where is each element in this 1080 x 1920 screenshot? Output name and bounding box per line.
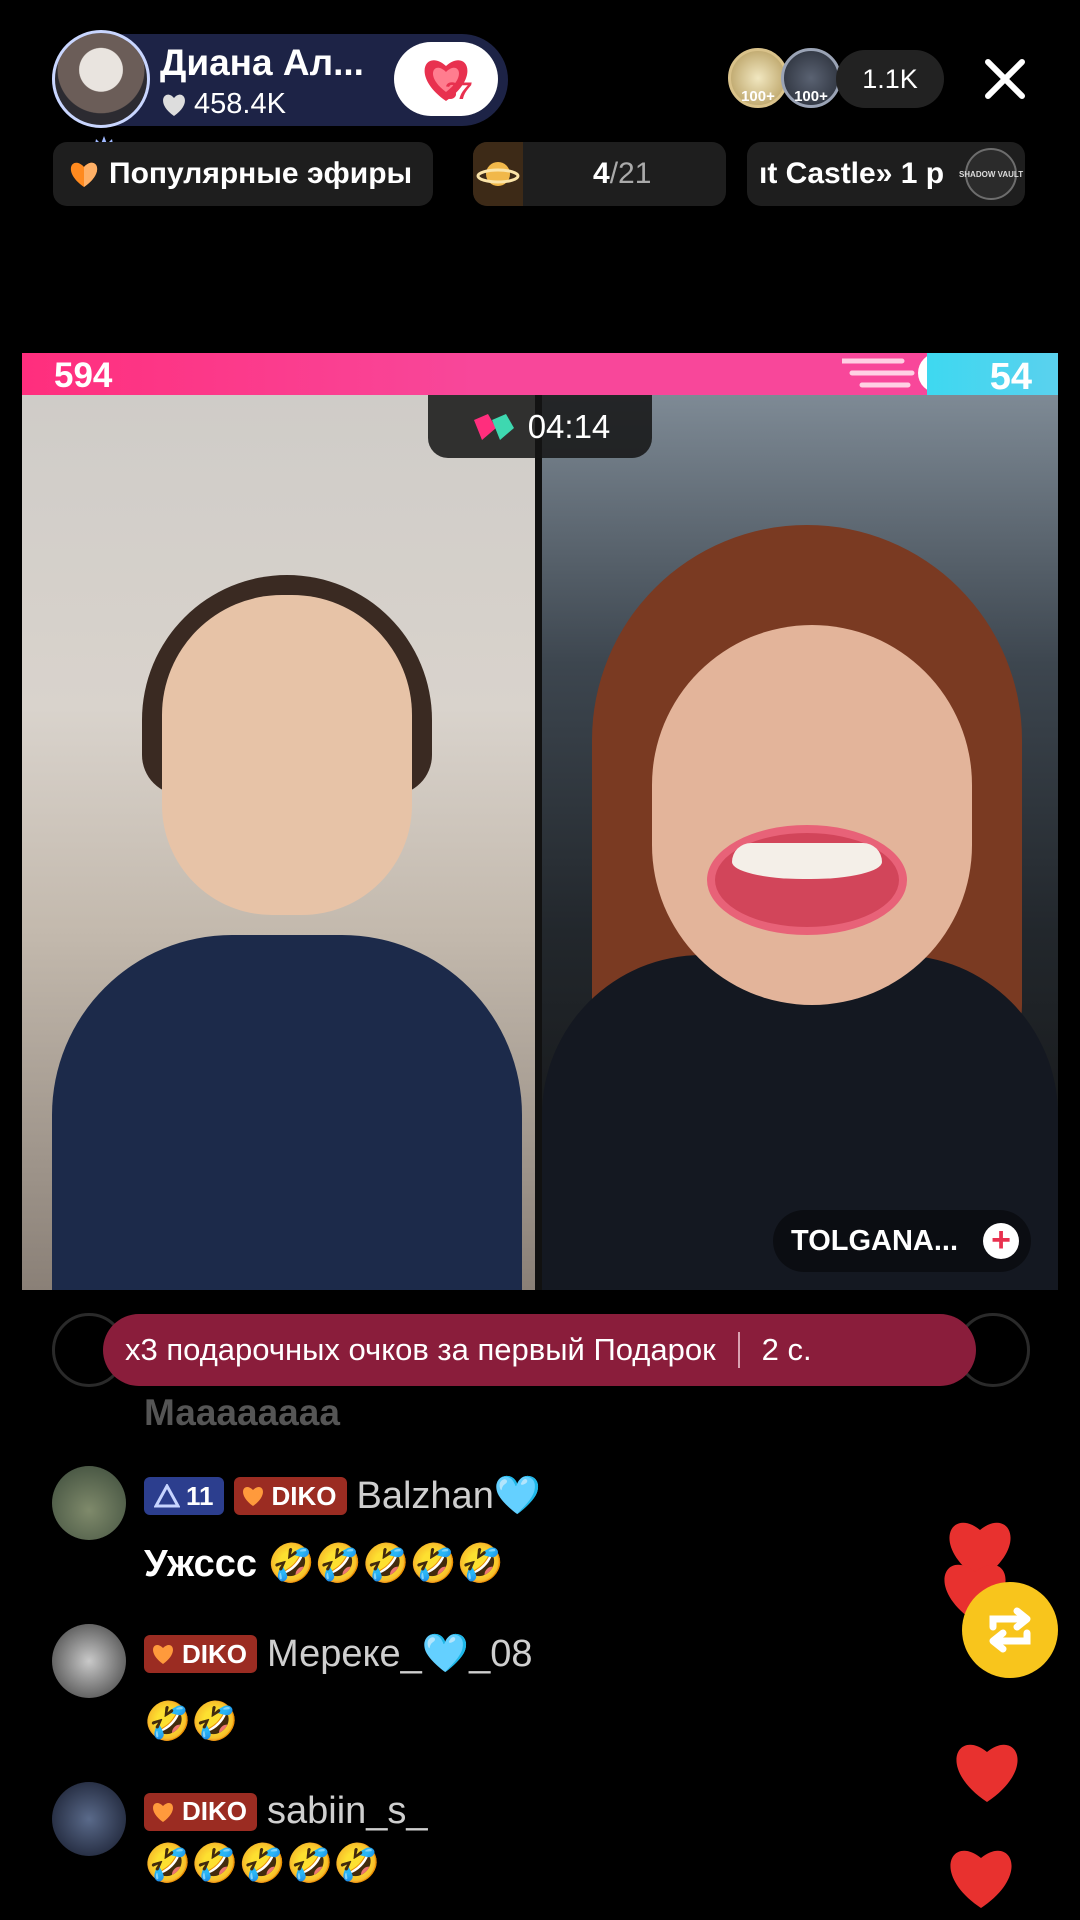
popular-lives-label: Популярные эфиры xyxy=(109,157,413,190)
opponent-video[interactable] xyxy=(542,395,1058,1290)
comment-username[interactable]: Мереке_🩵_08 xyxy=(267,1632,533,1676)
castle-event-chip[interactable]: ıt Castle» 1 р SHADOW VAULT xyxy=(747,142,1025,206)
level-badge: 11 xyxy=(144,1477,224,1515)
close-icon[interactable] xyxy=(978,52,1032,106)
opponent-name: TOLGANA... xyxy=(791,1224,959,1257)
fan-badge: DIKO xyxy=(144,1635,257,1673)
battle-timer-value: 04:14 xyxy=(527,407,611,445)
fan-heart-icon xyxy=(242,1487,263,1506)
gift-bonus-text: x3 подарочных очков за первый Подарок xyxy=(125,1332,716,1367)
host-likes-count: 458.4K xyxy=(194,88,286,120)
video-divider xyxy=(535,395,542,1290)
battle-score-bar: 594 54 xyxy=(22,353,1058,398)
fan-level: 37 xyxy=(444,78,471,105)
planet-icon xyxy=(473,142,523,206)
repost-icon xyxy=(989,1607,1031,1653)
heart-icon xyxy=(70,162,98,187)
ranking-chip[interactable]: 4/21 xyxy=(473,142,726,206)
avatar[interactable] xyxy=(52,1782,126,1856)
castle-event-label: ıt Castle» 1 р xyxy=(759,157,945,190)
fan-badge: DIKO xyxy=(233,1477,347,1515)
host-score: 594 xyxy=(54,356,113,395)
viewer-count[interactable]: 1.1K xyxy=(836,50,944,108)
host-avatar[interactable] xyxy=(52,30,150,150)
viewer-avatar[interactable]: 100+ xyxy=(781,48,841,108)
follow-plus-icon[interactable]: + xyxy=(983,1223,1019,1259)
faded-comment: Маааааааа xyxy=(144,1392,340,1433)
avatar[interactable] xyxy=(52,1624,126,1698)
battle-icon xyxy=(473,413,514,440)
share-button[interactable] xyxy=(962,1582,1058,1678)
popular-lives-chip[interactable]: Популярные эфиры xyxy=(53,142,433,206)
opponent-tag[interactable]: TOLGANA... + xyxy=(773,1210,1031,1272)
comment-text: 🤣🤣 xyxy=(144,1701,239,1743)
comment-text: 🤣🤣🤣🤣🤣 xyxy=(144,1843,381,1885)
avatar[interactable] xyxy=(52,1466,126,1540)
host-name: Диана Ал... xyxy=(160,42,364,83)
heart-icon xyxy=(163,94,185,116)
gift-bonus-countdown: 2 с. xyxy=(761,1332,812,1367)
floating-heart-icon xyxy=(950,1850,1012,1908)
host-likes: 458.4K xyxy=(160,88,286,121)
fan-club-button[interactable]: 37 xyxy=(394,42,498,116)
host-video[interactable] xyxy=(22,395,535,1290)
fan-heart-icon xyxy=(153,1645,173,1664)
comment-text: Ужсcс 🤣🤣🤣🤣🤣 xyxy=(144,1543,505,1585)
triangle-icon xyxy=(154,1484,180,1508)
ranking-position: 4/21 xyxy=(593,157,652,190)
comment-username[interactable]: sabiin_s_ xyxy=(267,1790,428,1833)
viewer-avatar[interactable]: 100+ xyxy=(728,48,788,108)
floating-heart-icon xyxy=(956,1744,1018,1802)
gift-bonus-banner[interactable]: x3 подарочных очков за первый Подарок 2 … xyxy=(103,1314,976,1386)
opponent-score: 54 xyxy=(989,356,1032,398)
fan-badge: DIKO xyxy=(144,1792,257,1831)
shadow-vault-icon: SHADOW VAULT xyxy=(959,148,1023,200)
comment-username[interactable]: Balzhan🩵 xyxy=(357,1474,542,1518)
battle-timer: 04:14 xyxy=(428,395,652,458)
fan-heart-icon xyxy=(153,1802,173,1822)
